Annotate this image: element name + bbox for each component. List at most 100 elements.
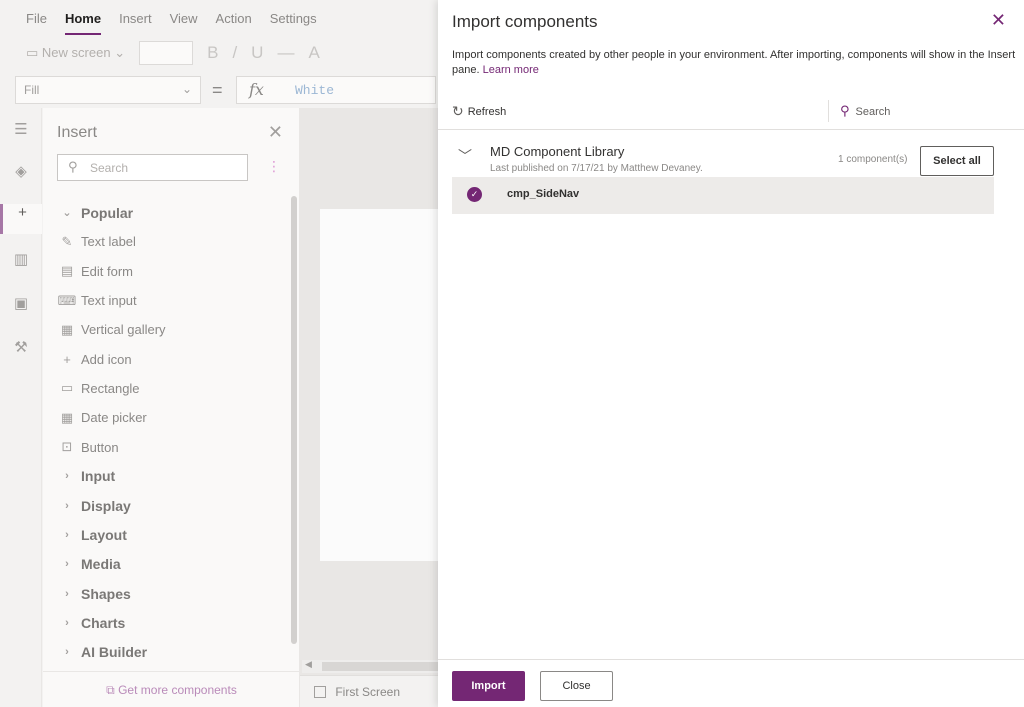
- new-screen-label: New screen: [41, 45, 111, 60]
- menu-home[interactable]: Home: [64, 11, 102, 35]
- menu-insert[interactable]: Insert: [119, 11, 152, 26]
- media-icon[interactable]: ▣: [0, 294, 42, 324]
- insert-item-label: Media: [81, 556, 121, 573]
- chevron-right-icon: ›: [65, 558, 69, 571]
- insert-pane-scrollbar[interactable]: [291, 196, 297, 644]
- menu-action[interactable]: Action: [216, 11, 252, 26]
- new-screen-icon: ▭: [26, 45, 39, 60]
- underline-button[interactable]: U: [251, 43, 263, 63]
- get-more-label: Get more components: [118, 683, 237, 697]
- chevron-right-icon: ›: [65, 470, 69, 483]
- insert-group[interactable]: › Input: [55, 462, 285, 491]
- tools-icon[interactable]: ⚒: [0, 338, 42, 368]
- toolbar-divider: [828, 100, 829, 122]
- close-button[interactable]: Close: [540, 671, 613, 701]
- scroll-thumb[interactable]: [322, 662, 438, 671]
- insert-item[interactable]: ✎ Text label: [55, 227, 285, 256]
- insert-item[interactable]: ▦ Vertical gallery: [55, 315, 285, 344]
- chevron-right-icon: ›: [65, 528, 69, 541]
- font-size-box[interactable]: [139, 41, 194, 65]
- property-value: Fill: [24, 83, 40, 97]
- insert-item[interactable]: ⌨ Text input: [55, 286, 285, 315]
- plus-icon: +: [63, 351, 71, 367]
- chevron-right-icon: ›: [65, 616, 69, 629]
- component-row[interactable]: ✓ cmp_SideNav: [452, 177, 994, 214]
- insert-group[interactable]: › Shapes: [55, 579, 285, 608]
- more-options-icon[interactable]: ⋮: [267, 158, 281, 175]
- menu-settings[interactable]: Settings: [270, 11, 317, 26]
- menu-view[interactable]: View: [170, 11, 198, 26]
- chevron-down-icon: ⌄: [181, 82, 192, 96]
- insert-plus-icon[interactable]: +: [0, 204, 42, 234]
- insert-group[interactable]: › AI Builder: [55, 637, 285, 666]
- insert-group[interactable]: › Media: [55, 550, 285, 579]
- learn-more-link[interactable]: Learn more: [483, 64, 539, 76]
- insert-item-label: Button: [81, 439, 119, 455]
- insert-item[interactable]: ▤ Edit form: [55, 257, 285, 286]
- refresh-button[interactable]: ↻ Refresh: [452, 103, 506, 120]
- screen-tab[interactable]: First Screen: [300, 675, 440, 707]
- data-icon[interactable]: ▥: [0, 250, 42, 280]
- insert-item[interactable]: ⊡ Button: [55, 432, 285, 461]
- new-screen-button[interactable]: ▭ New screen ⌄: [26, 45, 125, 61]
- library-name: MD Component Library: [490, 144, 625, 159]
- chevron-right-icon: ›: [65, 646, 69, 659]
- layers-icon[interactable]: ◈: [0, 162, 42, 192]
- gallery-icon: ▦: [60, 321, 74, 337]
- insert-group[interactable]: › Display: [55, 491, 285, 520]
- insert-item-label: Edit form: [81, 263, 134, 279]
- app-canvas[interactable]: [320, 209, 440, 561]
- text-input-icon: ⌨: [57, 292, 77, 308]
- fx-icon: fx: [249, 80, 264, 99]
- insert-item-label: Shapes: [81, 585, 131, 602]
- search-icon: ⚲: [68, 159, 78, 174]
- get-more-components-link[interactable]: ⧉ Get more components: [43, 671, 300, 707]
- component-search-input[interactable]: ⚲ Search: [840, 103, 890, 119]
- insert-item-label: Charts: [81, 614, 126, 631]
- search-icon: ⚲: [840, 103, 850, 118]
- component-count: 1 component(s): [838, 154, 908, 165]
- button-icon: ⊡: [61, 439, 73, 455]
- scroll-left-icon[interactable]: ◀: [305, 659, 312, 670]
- canvas-area: ◀ First Screen: [300, 108, 440, 707]
- screen-checkbox[interactable]: [314, 686, 326, 698]
- insert-item-label: Layout: [81, 526, 127, 543]
- component-name: cmp_SideNav: [507, 188, 580, 200]
- close-icon[interactable]: ✕: [991, 10, 1006, 31]
- edit-form-icon: ▤: [60, 263, 74, 279]
- refresh-label: Refresh: [467, 106, 507, 118]
- insert-item[interactable]: ▭ Rectangle: [55, 374, 285, 403]
- library-header: ﹀ MD Component Library Last published on…: [452, 140, 994, 176]
- insert-group[interactable]: › Charts: [55, 608, 285, 637]
- property-selector[interactable]: Fill ⌄: [15, 76, 201, 104]
- panel-title: Import components: [452, 12, 598, 31]
- checkmark-icon[interactable]: ✓: [467, 187, 482, 202]
- bold-button[interactable]: B: [207, 43, 218, 63]
- equals-icon: =: [212, 80, 223, 100]
- insert-item-label: Add icon: [81, 351, 132, 367]
- chevron-down-icon[interactable]: ﹀: [458, 146, 472, 166]
- font-color-button[interactable]: A: [308, 43, 319, 63]
- canvas-horizontal-scrollbar[interactable]: ◀: [302, 659, 438, 673]
- formula-input[interactable]: fx White: [236, 76, 436, 104]
- close-icon[interactable]: ✕: [268, 122, 283, 143]
- insert-item[interactable]: ▦ Date picker: [55, 403, 285, 432]
- refresh-icon: ↻: [452, 103, 464, 119]
- insert-group[interactable]: ⌄ Popular: [55, 198, 285, 227]
- search-label: Search: [855, 106, 891, 118]
- select-all-button[interactable]: Select all: [920, 146, 994, 176]
- rectangle-icon: ▭: [60, 380, 74, 396]
- strikethrough-button[interactable]: —: [277, 43, 294, 63]
- italic-button[interactable]: /: [232, 43, 237, 63]
- insert-item-label: Text input: [81, 293, 137, 309]
- hamburger-menu-icon[interactable]: ☰: [0, 120, 42, 150]
- menu-file[interactable]: File: [26, 11, 47, 26]
- insert-group[interactable]: › Layout: [55, 520, 285, 549]
- left-rail: ☰ ◈ + ▥ ▣ ⚒: [0, 108, 42, 707]
- insert-search-input[interactable]: ⚲ Search: [57, 154, 248, 181]
- import-button[interactable]: Import: [452, 671, 525, 701]
- calendar-icon: ▦: [60, 409, 74, 425]
- insert-pane: Insert ✕ ⚲ Search ⋮ ⌄ Popular ✎ Text label ▤…: [43, 108, 300, 707]
- panel-description: Import components created by other peopl…: [452, 48, 1018, 78]
- insert-item[interactable]: + Add icon: [55, 344, 285, 373]
